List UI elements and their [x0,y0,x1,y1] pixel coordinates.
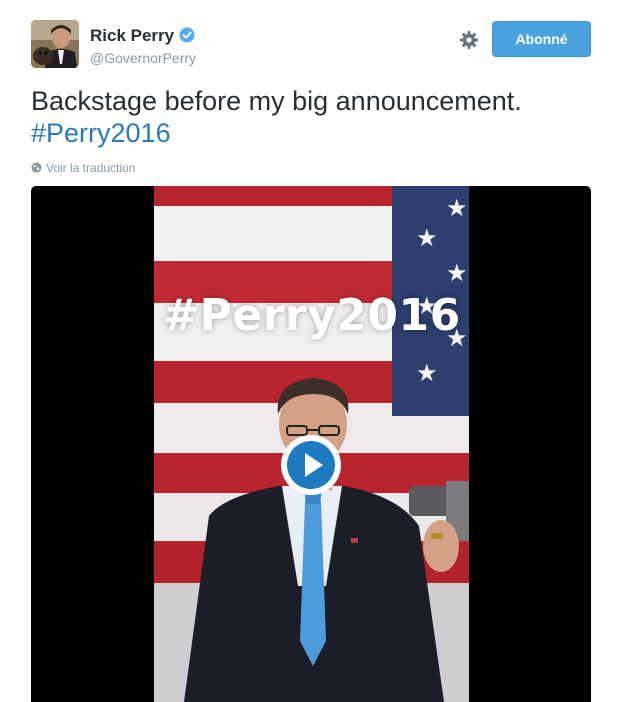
verified-badge-icon [179,27,195,43]
gear-icon[interactable] [459,30,479,50]
translate-link[interactable]: Voir la traduction [31,161,135,175]
svg-text:★: ★ [446,194,468,222]
user-handle[interactable]: @GovernorPerry [90,50,196,66]
user-name[interactable]: Rick Perry [90,26,174,46]
svg-text:★: ★ [446,259,468,287]
svg-text:★: ★ [416,224,438,252]
hashtag-link[interactable]: #Perry2016 [31,118,171,148]
video-player[interactable]: ★ ★ ★ ★ ★ ★ #Perry2016 [31,186,591,702]
globe-icon [31,162,42,173]
svg-text:★: ★ [416,359,438,387]
avatar[interactable] [31,20,79,68]
translate-label: Voir la traduction [46,161,136,175]
play-icon[interactable] [280,434,342,496]
tweet-text: Backstage before my big announcement. #P… [31,85,591,149]
video-overlay-text: #Perry2016 [162,290,461,341]
tweet-body: Backstage before my big announcement. [31,86,522,116]
follow-button[interactable]: Abonné [492,21,591,57]
